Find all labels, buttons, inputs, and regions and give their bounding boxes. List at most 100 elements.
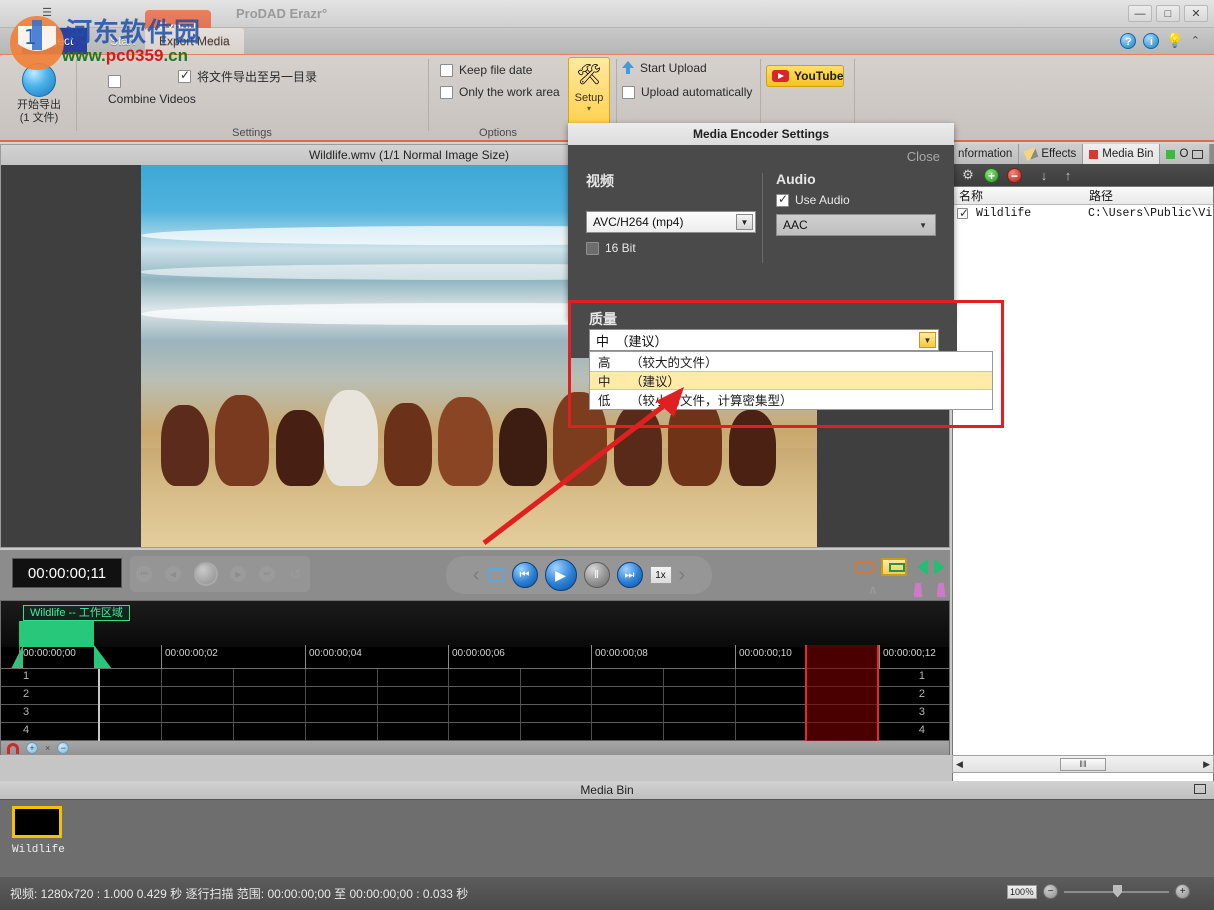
quality-option-low[interactable]: 低 （较小的文件，计算密集型） — [590, 390, 992, 409]
loop-region-icon[interactable] — [487, 568, 505, 582]
tab-media-bin[interactable]: Media Bin — [1083, 144, 1160, 164]
quality-select[interactable]: 中 （建议） ▼ — [589, 329, 939, 351]
restore-window-icon[interactable] — [1192, 150, 1203, 159]
record-icon[interactable] — [194, 562, 218, 586]
bit16-row[interactable]: 16 Bit — [586, 241, 756, 255]
step-forward-icon[interactable]: ▶ — [230, 566, 246, 582]
next-chevron-icon[interactable]: › — [679, 564, 686, 587]
marker-workarea-icon[interactable] — [881, 558, 907, 576]
row-checkbox[interactable] — [957, 208, 968, 219]
tab-start[interactable]: Start — [96, 28, 149, 54]
start-upload-row[interactable]: Start Upload — [622, 61, 707, 75]
quick-access-toolbar-icon[interactable]: ☰ — [38, 4, 56, 22]
use-audio-checkbox[interactable] — [776, 194, 789, 207]
keyframe-right-icon[interactable] — [937, 583, 946, 597]
marker-tools-row1 — [855, 558, 945, 576]
add-icon[interactable]: + — [984, 168, 999, 183]
tab-effects[interactable]: Effects — [1019, 144, 1083, 164]
timeline-panel[interactable]: Wildlife -- 工作区域 00:00:00;00 00:00:00;02… — [0, 600, 950, 755]
magnet-snap-icon[interactable] — [7, 743, 19, 754]
quality-option-medium[interactable]: 中 （建议） — [590, 371, 992, 390]
keep-file-date-row[interactable]: Keep file date — [440, 63, 532, 77]
keep-file-date-checkbox[interactable] — [440, 64, 453, 77]
tip-bulb-icon[interactable]: 💡 — [1166, 32, 1183, 49]
collapse-ribbon-icon[interactable]: ⌃ — [1191, 34, 1200, 47]
setup-button[interactable]: 🛠 Setup ▾ — [568, 57, 610, 125]
keyframe-left-icon[interactable] — [914, 583, 923, 597]
skip-end-icon[interactable]: ⏭ — [617, 562, 643, 588]
move-up-icon[interactable]: ↑ — [1060, 167, 1076, 183]
range-start-icon[interactable] — [917, 559, 928, 575]
column-header-path[interactable]: 路径 — [1083, 187, 1213, 204]
tab-export-media[interactable]: Export Media — [145, 28, 244, 54]
timeline-selection-region[interactable] — [805, 645, 879, 741]
combine-videos-checkbox[interactable] — [108, 75, 121, 88]
tab-project[interactable]: Project — [22, 28, 87, 54]
scrollbar-thumb[interactable]: ‖‖ — [1060, 758, 1106, 771]
chevron-down-icon[interactable]: ▼ — [736, 214, 753, 230]
prev-frame-icon[interactable]: ⏮ — [136, 566, 152, 582]
play-icon[interactable]: ▶ — [545, 559, 577, 591]
scroll-right-icon[interactable]: ▶ — [1203, 759, 1210, 770]
scroll-left-icon[interactable]: ◀ — [956, 759, 963, 770]
video-codec-select[interactable]: AVC/H264 (mp4) ▼ — [586, 211, 756, 233]
zoom-slider-thumb[interactable] — [1113, 885, 1122, 898]
audio-codec-select[interactable]: AAC ▼ — [776, 214, 936, 236]
close-button[interactable]: ✕ — [1184, 5, 1208, 22]
export-to-other-dir-checkbox[interactable] — [178, 70, 191, 83]
zoom-in-icon[interactable]: + — [1175, 884, 1190, 899]
minimize-button[interactable]: — — [1128, 5, 1152, 22]
zoom-out-icon[interactable]: − — [57, 742, 69, 754]
work-area-block[interactable] — [19, 621, 94, 647]
quality-option-high[interactable]: 高 （较大的文件） — [590, 352, 992, 371]
start-export-button[interactable]: 开始导出 (1 文件) — [8, 59, 70, 133]
dialog-close-button[interactable]: Close — [907, 149, 940, 164]
playhead[interactable] — [98, 669, 100, 741]
youtube-label: YouTube — [794, 69, 844, 83]
range-end-icon[interactable] — [934, 559, 945, 575]
combine-videos-label: Combine Videos — [108, 92, 196, 106]
only-work-area-checkbox[interactable] — [440, 86, 453, 99]
export-to-other-dir-row[interactable]: 将文件导出至另一目录 — [178, 68, 317, 85]
media-thumbnail[interactable] — [12, 806, 62, 838]
upload-automatically-row[interactable]: Upload automatically — [622, 85, 752, 99]
use-audio-row[interactable]: Use Audio — [776, 193, 936, 207]
move-down-icon[interactable]: ↓ — [1036, 167, 1052, 183]
work-area-label[interactable]: Wildlife -- 工作区域 — [23, 605, 130, 621]
skip-start-icon[interactable]: ⏮ — [512, 562, 538, 588]
next-frame-icon[interactable]: ⏭ — [259, 566, 275, 582]
tab-options[interactable]: O — [1160, 144, 1210, 164]
timecode-display[interactable]: 00:00:00;11 — [12, 558, 122, 588]
bit16-checkbox[interactable] — [586, 242, 599, 255]
column-header-name[interactable]: 名称 — [953, 187, 1083, 204]
zoom-fit-icon[interactable]: × — [45, 743, 50, 753]
ribbon-separator — [428, 59, 429, 131]
zoom-in-icon[interactable]: + — [26, 742, 38, 754]
zoom-out-icon[interactable]: − — [1043, 884, 1058, 899]
help-icon[interactable]: ? — [1120, 33, 1136, 49]
gear-icon[interactable]: ⚙ — [960, 167, 976, 183]
tab-information[interactable]: nformation — [952, 144, 1019, 164]
table-row[interactable]: Wildlife C:\Users\Public\Vide — [953, 205, 1213, 222]
zoom-percentage[interactable]: 100％ — [1007, 885, 1037, 899]
prev-chevron-icon[interactable]: ‹ — [473, 564, 480, 587]
playback-speed[interactable]: 1x — [650, 566, 672, 584]
youtube-button[interactable]: YouTube — [766, 65, 844, 87]
chevron-down-icon[interactable]: ▼ — [919, 221, 927, 230]
remove-icon[interactable]: − — [1007, 168, 1022, 183]
collapse-caret-icon[interactable]: ∧ — [868, 582, 878, 598]
only-work-area-row[interactable]: Only the work area — [440, 85, 560, 99]
marker-in-icon[interactable] — [855, 562, 875, 573]
maximize-button[interactable]: □ — [1156, 5, 1180, 22]
step-back-icon[interactable]: ◀ — [165, 566, 181, 582]
upload-automatically-checkbox[interactable] — [622, 86, 635, 99]
restore-window-icon[interactable] — [1194, 784, 1206, 794]
right-panel-hscrollbar[interactable]: ◀ ‖‖ ▶ — [952, 755, 1214, 773]
quality-option-medium-key: 中 — [598, 371, 630, 390]
chevron-down-icon[interactable]: ▾ — [569, 104, 609, 113]
zoom-slider[interactable] — [1064, 891, 1169, 893]
pause-icon[interactable]: ‖ — [584, 562, 610, 588]
info-icon[interactable]: i — [1143, 33, 1159, 49]
loop-refresh-icon[interactable]: ↺ — [288, 566, 304, 582]
chevron-down-icon[interactable]: ▼ — [919, 332, 936, 348]
